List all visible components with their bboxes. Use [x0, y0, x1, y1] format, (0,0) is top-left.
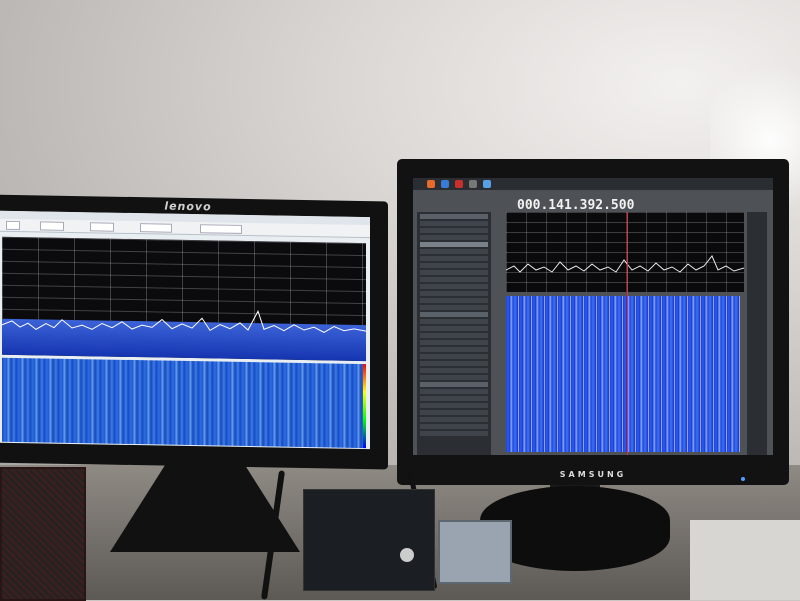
right-screen: 000.141.392.500: [413, 178, 773, 455]
right-spectrum-trace: [506, 255, 744, 273]
panel-row: [420, 361, 488, 366]
left-toolbar-field: [200, 224, 242, 234]
panel-row: [420, 368, 488, 373]
panel-row: [420, 354, 488, 359]
left-toolbar-field: [40, 221, 64, 231]
panel-row: [420, 256, 488, 261]
panel-row: [420, 375, 488, 380]
left-spectrum-trace: [2, 309, 366, 333]
right-monitor: 000.141.392.500 SAMSUNG: [397, 159, 789, 485]
white-device: [690, 520, 800, 600]
left-screen: [0, 210, 370, 450]
panel-row: [420, 424, 488, 429]
panel-row: [420, 221, 488, 226]
panel-row: [420, 284, 488, 289]
taskbar-app-icon: [483, 180, 491, 188]
right-monitor-brand: SAMSUNG: [559, 470, 627, 479]
left-toolbar-field: [6, 220, 20, 231]
panel-row: [420, 277, 488, 282]
panel-row: [420, 417, 488, 422]
panel-row: [420, 382, 488, 387]
panel-row: [420, 319, 488, 324]
power-led: [741, 477, 745, 481]
panel-row: [420, 333, 488, 338]
panel-row: [420, 389, 488, 394]
panel-row: [420, 403, 488, 408]
taskbar-app-icon: [455, 180, 463, 188]
panel-row: [420, 396, 488, 401]
left-toolbar-field: [140, 223, 172, 233]
panel-row: [420, 235, 488, 240]
panel-row: [420, 263, 488, 268]
sdr-receiver-box: [303, 489, 435, 591]
left-spectrum-plot: [2, 236, 366, 362]
taskbar-app-icon: [441, 180, 449, 188]
panel-row: [420, 340, 488, 345]
tuning-marker: [627, 212, 628, 455]
mesh-basket: [0, 467, 86, 601]
left-waterfall: [2, 357, 366, 449]
left-monitor: lenovo: [0, 194, 388, 470]
right-spectrum-plot: [506, 212, 744, 292]
panel-row: [420, 326, 488, 331]
panel-row: [420, 305, 488, 310]
panel-row: [420, 214, 488, 219]
panel-row: [420, 249, 488, 254]
taskbar-app-icon: [469, 180, 477, 188]
zoom-panel: [747, 212, 767, 455]
panel-row: [420, 242, 488, 247]
panel-row: [420, 347, 488, 352]
left-toolbar-field: [90, 222, 114, 232]
panel-row: [420, 312, 488, 317]
panel-row: [420, 228, 488, 233]
source-settings-panel: [417, 212, 491, 455]
panel-row: [420, 291, 488, 296]
receiver-knob: [400, 548, 414, 562]
panel-row: [420, 270, 488, 275]
taskbar-app-icon: [427, 180, 435, 188]
right-taskbar: [413, 178, 773, 190]
right-waterfall: [506, 296, 740, 452]
left-waterfall-scale: [363, 364, 366, 449]
panel-row: [420, 410, 488, 415]
hard-drive: [438, 520, 512, 584]
panel-row: [420, 298, 488, 303]
frequency-display: 000.141.392.500: [517, 198, 635, 213]
panel-row: [420, 431, 488, 436]
